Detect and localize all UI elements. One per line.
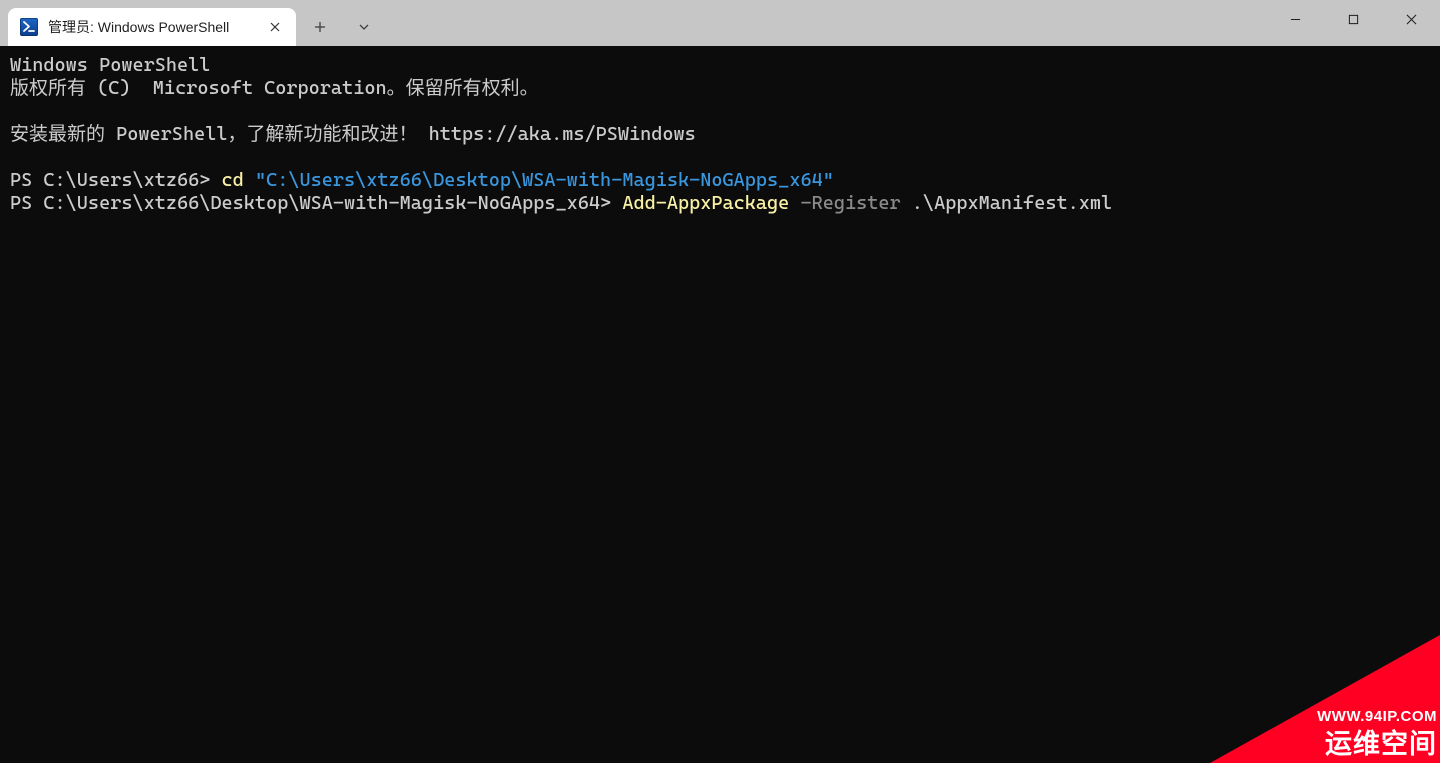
terminal[interactable]: Windows PowerShell 版权所有 (C) Microsoft Co… bbox=[0, 46, 1440, 763]
window-controls bbox=[1266, 0, 1440, 38]
close-icon bbox=[270, 22, 280, 32]
space bbox=[901, 192, 912, 214]
window-close-button[interactable] bbox=[1382, 0, 1440, 38]
terminal-text: PowerShell bbox=[116, 123, 227, 145]
terminal-text: 安装最新的 bbox=[10, 123, 116, 145]
tab-close-button[interactable] bbox=[264, 16, 286, 38]
titlebar: 管理员: Windows PowerShell bbox=[0, 0, 1440, 46]
close-icon bbox=[1406, 14, 1417, 25]
terminal-line: 版权所有 (C) Microsoft Corporation。保留所有权利。 bbox=[10, 77, 539, 99]
powershell-icon bbox=[20, 18, 38, 36]
terminal-url: https://aka.ms/PSWindows bbox=[429, 123, 696, 145]
prompt-prefix: PS C:\Users\xtz66\Desktop\WSA-with-Magis… bbox=[10, 192, 622, 214]
minimize-icon bbox=[1290, 14, 1301, 25]
space bbox=[789, 192, 800, 214]
space bbox=[244, 169, 255, 191]
maximize-icon bbox=[1348, 14, 1359, 25]
cmd-param-register: -Register bbox=[800, 192, 900, 214]
tab-actions bbox=[302, 8, 382, 46]
cmd-cd: cd bbox=[222, 169, 244, 191]
tab-dropdown-button[interactable] bbox=[346, 11, 382, 43]
minimize-button[interactable] bbox=[1266, 0, 1324, 38]
chevron-down-icon bbox=[358, 21, 370, 33]
cmd-path-arg: "C:\Users\xtz66\Desktop\WSA-with-Magisk-… bbox=[255, 169, 834, 191]
tab-active[interactable]: 管理员: Windows PowerShell bbox=[8, 8, 296, 46]
maximize-button[interactable] bbox=[1324, 0, 1382, 38]
prompt-prefix: PS C:\Users\xtz66> bbox=[10, 169, 222, 191]
tab-title: 管理员: Windows PowerShell bbox=[48, 17, 254, 37]
new-tab-button[interactable] bbox=[302, 11, 338, 43]
cmd-arg-manifest: .\AppxManifest.xml bbox=[912, 192, 1112, 214]
terminal-text: ，了解新功能和改进！ bbox=[227, 123, 428, 145]
plus-icon bbox=[314, 21, 326, 33]
cmd-add-appxpackage: Add-AppxPackage bbox=[622, 192, 789, 214]
terminal-line: Windows PowerShell bbox=[10, 54, 210, 76]
